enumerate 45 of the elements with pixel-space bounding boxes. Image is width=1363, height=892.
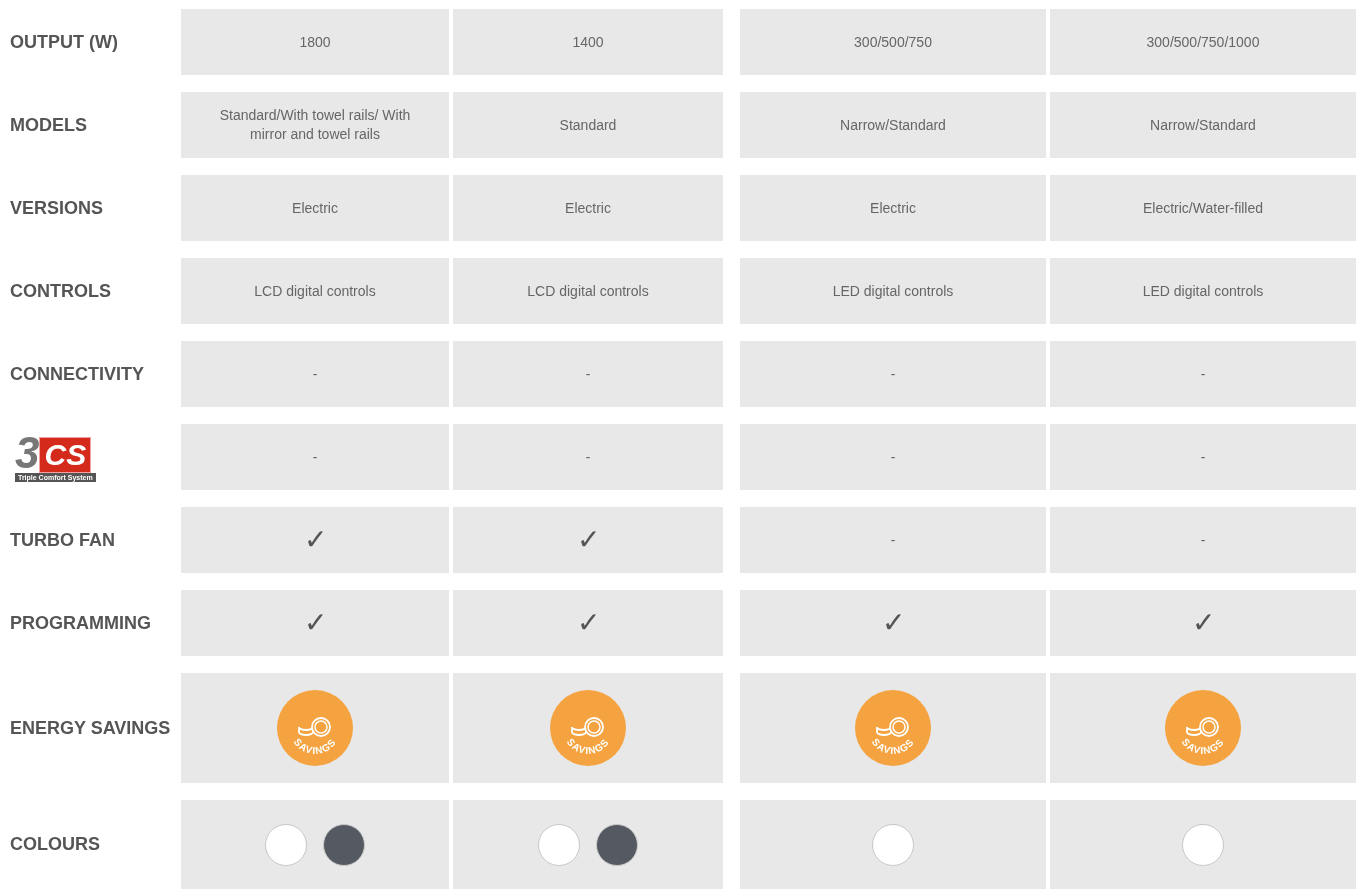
savings-badge: SAVINGS xyxy=(855,690,931,766)
cell-text: Electric xyxy=(565,198,611,218)
cell-text: - xyxy=(890,364,896,384)
cell-text: - xyxy=(312,447,318,467)
check-mark: ✓ xyxy=(881,606,905,640)
cell-text: Narrow/Standard xyxy=(1150,115,1256,135)
row-label: ENERGY SAVINGS xyxy=(10,716,171,740)
cell-text: Standard xyxy=(559,115,617,135)
savings-badge: SAVINGS xyxy=(550,690,626,766)
cell-text: LED digital controls xyxy=(832,281,954,301)
row-label: TURBO FAN xyxy=(10,528,115,552)
cell-text: LCD digital controls xyxy=(254,281,376,301)
cell-text: LED digital controls xyxy=(1142,281,1264,301)
cell-text: - xyxy=(1200,530,1206,550)
cell-text: Narrow/Standard xyxy=(840,115,946,135)
cell-text: 300/500/750 xyxy=(854,32,932,52)
cell-text: - xyxy=(585,364,591,384)
check-mark: ✓ xyxy=(576,606,600,640)
row-label: CONNECTIVITY xyxy=(10,362,144,386)
row-label: MODELS xyxy=(10,113,87,137)
row-label: PROGRAMMING xyxy=(10,611,151,635)
row-label: COLOURS xyxy=(10,833,100,856)
cell-text: 300/500/750/1000 xyxy=(1146,32,1260,52)
check-mark: ✓ xyxy=(1191,606,1215,640)
cell-text: - xyxy=(890,530,896,550)
check-mark: ✓ xyxy=(303,523,327,557)
check-mark: ✓ xyxy=(303,606,327,640)
savings-badge: SAVINGS xyxy=(277,690,353,766)
row-label: OUTPUT (W) xyxy=(10,30,118,54)
cell-text: LCD digital controls xyxy=(527,281,649,301)
cell-text: 1800 xyxy=(299,32,331,52)
cell-text: Electric/Water-filled xyxy=(1142,198,1264,218)
cell-text: - xyxy=(312,364,318,384)
check-mark: ✓ xyxy=(576,523,600,557)
cell-text: Electric xyxy=(870,198,916,218)
cell-text: 1400 xyxy=(572,32,604,52)
cell-text: Standard/With towel rails/ With mirror and towel rails xyxy=(218,106,412,144)
cell-text: Electric xyxy=(292,198,338,218)
cell-text: - xyxy=(890,447,896,467)
cell-text: - xyxy=(1200,364,1206,384)
cell-text: - xyxy=(585,447,591,467)
row-label: VERSIONS xyxy=(10,196,104,220)
savings-badge: SAVINGS xyxy=(1165,690,1241,766)
row-label: CONTROLS xyxy=(10,279,111,303)
cell-text: - xyxy=(1200,447,1206,467)
